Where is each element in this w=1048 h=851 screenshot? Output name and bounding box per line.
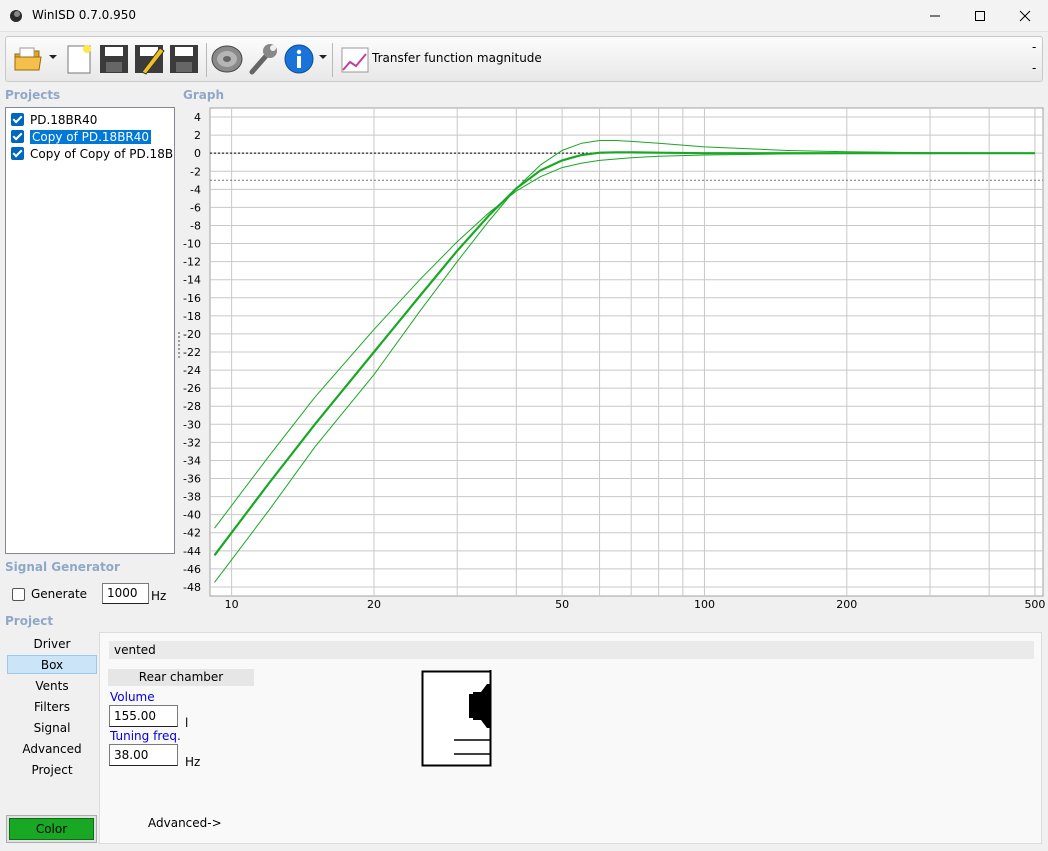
y-tick-label: -24 [183, 364, 201, 377]
info-dropdown-arrow[interactable] [319, 55, 327, 59]
y-tick-label: 2 [194, 129, 201, 142]
speaker-icon[interactable] [210, 42, 244, 76]
color-button[interactable]: Color [6, 815, 97, 843]
y-tick-label: -40 [183, 509, 201, 522]
maximize-icon [975, 11, 985, 21]
tuning-unit: Hz [185, 755, 201, 769]
nav-project[interactable]: Project [7, 760, 97, 779]
toolbar-dash-bottom[interactable]: - [1032, 61, 1036, 75]
y-axis-ticks: 4 2 0 -2 -4 -6 -8 -10 -12 -14 -16 -18 -20 -22 -24 -26 -2… [183, 111, 201, 594]
color-swatch: Color [9, 818, 94, 840]
graph-area[interactable]: 4 2 0 -2 -4 -6 -8 -10 -12 -14 -16 -18 -20 -22 -24 -26 -2… [0, 100, 1048, 620]
nav-advanced[interactable]: Advanced [7, 739, 97, 758]
x-tick-label: 100 [694, 598, 715, 611]
volume-label: Volume [110, 690, 155, 704]
app-logo-icon [10, 10, 22, 22]
open-dropdown-arrow[interactable] [49, 55, 57, 59]
x-tick-label: 200 [836, 598, 857, 611]
graph-type-label[interactable]: Transfer function magnitude [372, 51, 542, 65]
window-title: WinISD 0.7.0.950 [32, 8, 137, 22]
x-tick-label: 20 [367, 598, 381, 611]
y-tick-label: -10 [183, 238, 201, 251]
frequency-response-chart[interactable]: 420-2-4-6-8-10-12-14-16-18-20-22-24-26-2… [0, 100, 1048, 620]
y-tick-label: 4 [194, 111, 201, 124]
toolbar: Transfer function magnitude - - [5, 36, 1043, 82]
edit-save-icon[interactable] [132, 42, 166, 76]
open-folder-icon[interactable] [12, 42, 46, 76]
y-tick-label: -36 [183, 473, 201, 486]
generate-row[interactable]: Generate [12, 587, 87, 601]
chart-type-icon[interactable] [338, 42, 372, 76]
y-tick-label: 0 [194, 147, 201, 160]
y-tick-label: -44 [183, 545, 201, 558]
y-tick-label: -6 [190, 201, 201, 214]
y-tick-label: -8 [190, 219, 201, 232]
title-bar: WinISD 0.7.0.950 [0, 0, 1048, 32]
y-tick-label: -12 [183, 256, 201, 269]
wrench-icon[interactable] [246, 42, 280, 76]
x-tick-label: 10 [225, 598, 239, 611]
project-label: Project [5, 614, 54, 628]
nav-filters[interactable]: Filters [7, 697, 97, 716]
volume-input[interactable]: 155.00 [109, 705, 178, 727]
info-icon[interactable] [282, 42, 316, 76]
generate-label[interactable]: Generate [31, 587, 87, 601]
tuning-label: Tuning freq. [110, 729, 181, 743]
nav-driver[interactable]: Driver [7, 634, 97, 653]
maximize-button[interactable] [957, 0, 1003, 32]
frequency-unit: Hz [151, 589, 167, 603]
close-button[interactable] [1002, 0, 1048, 32]
y-tick-label: -46 [183, 563, 201, 576]
y-tick-label: -42 [183, 527, 201, 540]
generate-checkbox[interactable] [12, 587, 25, 601]
y-tick-label: -30 [183, 418, 201, 431]
close-icon [1019, 10, 1031, 22]
x-axis-ticks: 10 20 50 100 200 500 [225, 598, 1046, 611]
y-tick-label: -20 [183, 328, 201, 341]
save-icon[interactable] [97, 42, 131, 76]
new-document-icon[interactable] [62, 42, 96, 76]
y-tick-label: -26 [183, 382, 201, 395]
rear-chamber-label: Rear chamber [108, 669, 254, 686]
y-tick-label: -28 [183, 400, 201, 413]
box-panel: vented Rear chamber Volume 155.00 l Tuni… [99, 632, 1042, 844]
frequency-input[interactable]: 1000 [102, 583, 149, 604]
signal-generator-label: Signal Generator [5, 560, 120, 574]
y-tick-label: -2 [190, 165, 201, 178]
nav-box[interactable]: Box [7, 655, 97, 674]
nav-vents[interactable]: Vents [7, 676, 97, 695]
box-type-label: vented [109, 641, 1034, 659]
x-tick-label: 500 [1024, 598, 1045, 611]
y-tick-label: -38 [183, 491, 201, 504]
chart-grid [209, 107, 1044, 597]
vented-box-diagram [421, 670, 492, 767]
minimize-button[interactable] [912, 0, 958, 32]
y-tick-label: -4 [190, 183, 201, 196]
toolbar-separator [332, 43, 333, 77]
minimize-icon [930, 15, 940, 17]
tuning-input[interactable]: 38.00 [109, 744, 178, 766]
y-tick-label: -18 [183, 310, 201, 323]
y-tick-label: -34 [183, 454, 201, 467]
toolbar-separator [206, 43, 207, 77]
save-all-icon[interactable] [167, 42, 201, 76]
y-tick-label: -22 [183, 346, 201, 359]
y-tick-label: -32 [183, 436, 201, 449]
y-tick-label: -16 [183, 292, 201, 305]
y-tick-label: -48 [183, 581, 201, 594]
y-tick-label: -14 [183, 274, 201, 287]
toolbar-dash-top[interactable]: - [1032, 40, 1036, 54]
advanced-link[interactable]: Advanced-> [148, 816, 222, 830]
nav-signal[interactable]: Signal [7, 718, 97, 737]
x-tick-label: 50 [555, 598, 569, 611]
volume-unit: l [185, 716, 189, 730]
